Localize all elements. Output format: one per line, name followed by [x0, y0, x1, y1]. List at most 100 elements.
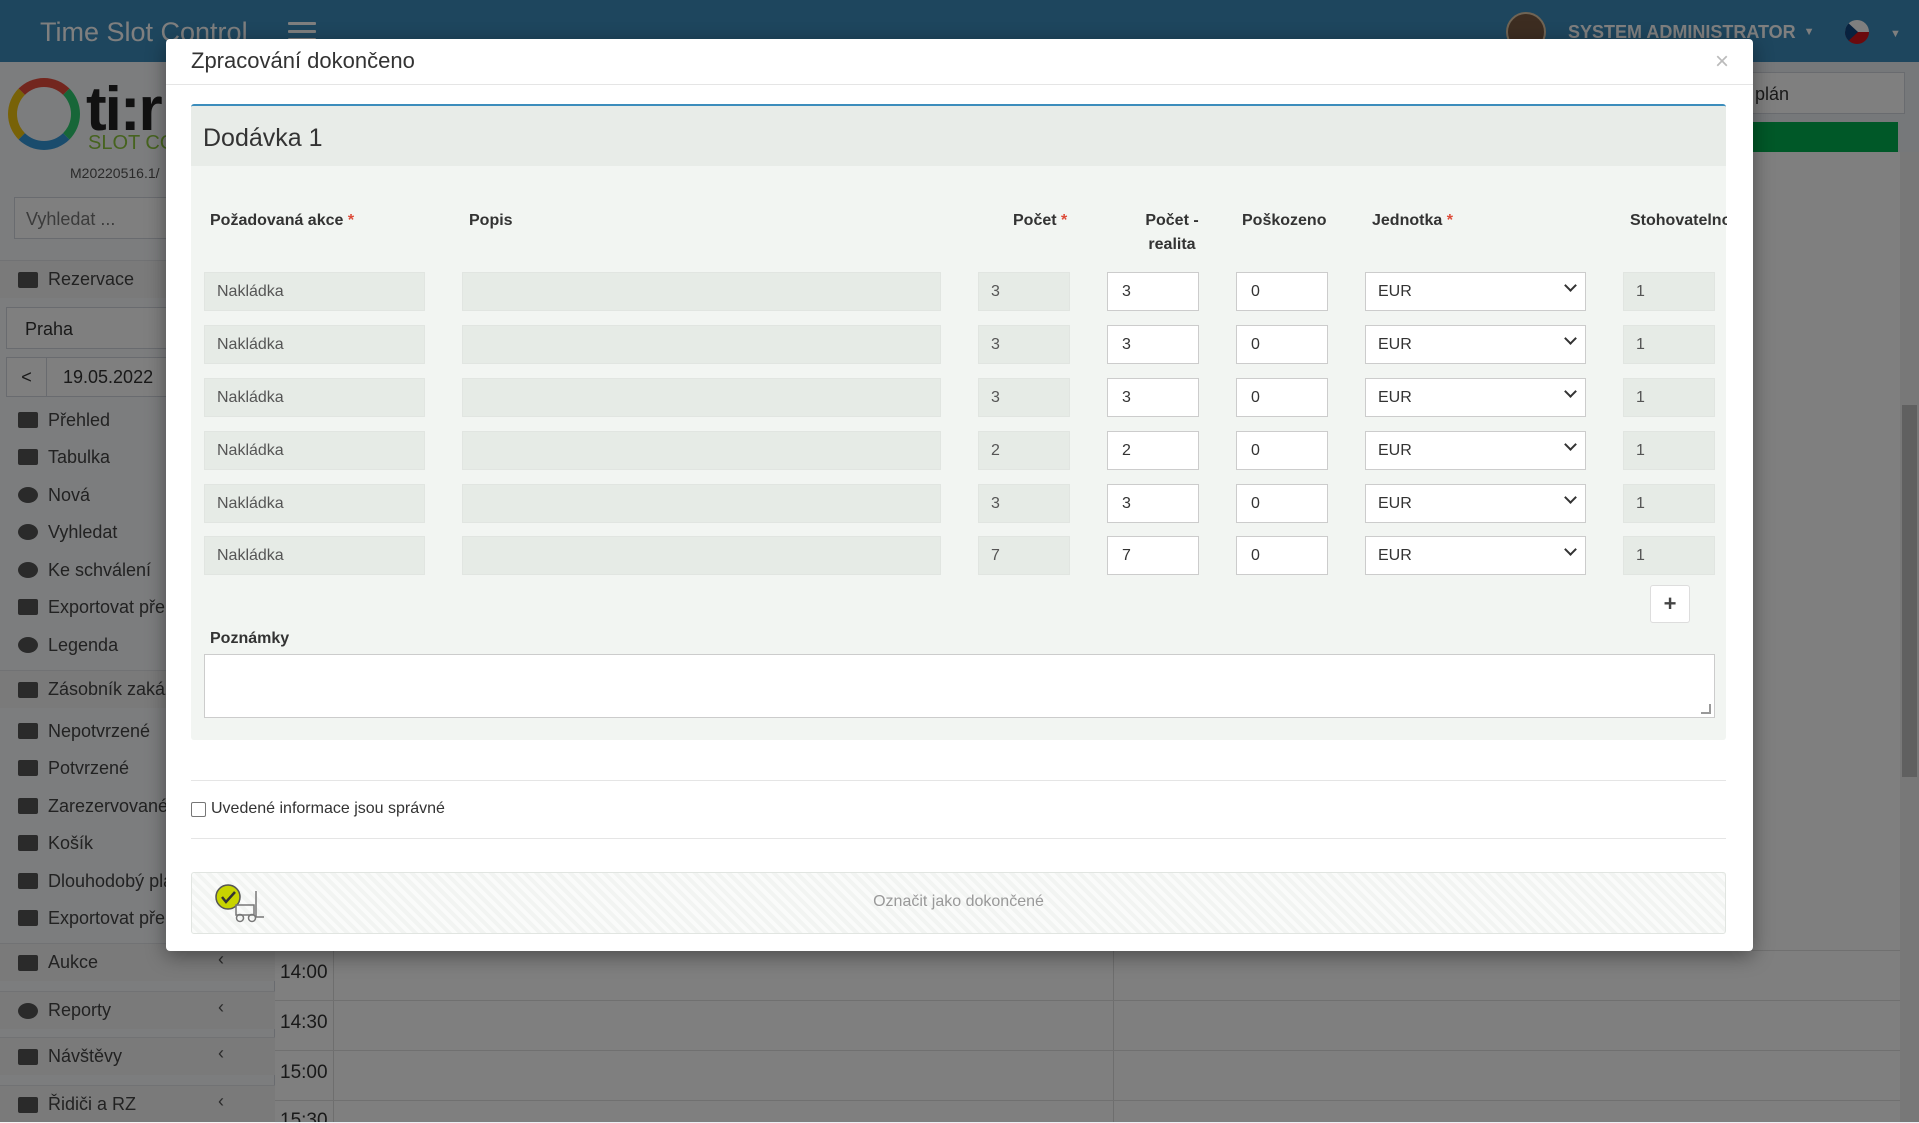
description-field — [462, 484, 941, 523]
delivery-box: Dodávka 1 — [191, 104, 1726, 740]
description-field — [462, 325, 941, 364]
column-header-action: Požadovaná akce * — [210, 209, 354, 233]
action-field: Nakládka — [204, 378, 425, 417]
column-header-stackable: Stohovatelno — [1630, 212, 1727, 229]
column-header-unit: Jednotka * — [1372, 209, 1453, 233]
action-field-value: Nakládka — [217, 442, 284, 459]
column-header-label: Požadovaná akce — [210, 212, 344, 229]
unit-select[interactable]: EUR — [1365, 431, 1586, 470]
count-real-input[interactable]: 2 — [1107, 431, 1199, 470]
delivery-title: Dodávka 1 — [203, 124, 323, 152]
chevron-down-icon — [1564, 543, 1577, 556]
column-header-label: realita — [1148, 236, 1196, 253]
action-field: Nakládka — [204, 431, 425, 470]
required-mark: * — [347, 212, 355, 229]
required-mark: * — [1446, 212, 1453, 229]
column-header-damaged: Poškozeno — [1242, 212, 1327, 229]
count-field-value: 7 — [991, 547, 1000, 564]
count-real-input[interactable]: 3 — [1107, 378, 1199, 417]
count-real-input[interactable]: 3 — [1107, 484, 1199, 523]
column-header-label: Počet — [1013, 212, 1057, 229]
damaged-input[interactable]: 0 — [1236, 272, 1328, 311]
unit-select[interactable]: EUR — [1365, 536, 1586, 575]
column-header-label: Jednotka — [1372, 212, 1443, 229]
damaged-input-value: 0 — [1251, 389, 1260, 406]
damaged-input[interactable]: 0 — [1236, 484, 1328, 523]
damaged-input-value: 0 — [1251, 283, 1260, 300]
unit-select-value: EUR — [1378, 283, 1412, 300]
count-real-input-value: 3 — [1122, 336, 1131, 353]
required-mark: * — [1061, 212, 1068, 229]
count-field-value: 3 — [991, 389, 1000, 406]
unit-select-value: EUR — [1378, 336, 1412, 353]
count-real-input-value: 7 — [1122, 547, 1131, 564]
count-real-input[interactable]: 3 — [1107, 325, 1199, 364]
unit-select[interactable]: EUR — [1365, 378, 1586, 417]
count-field: 3 — [978, 325, 1070, 364]
unit-select-value: EUR — [1378, 389, 1412, 406]
description-field — [462, 431, 941, 470]
damaged-input-value: 0 — [1251, 495, 1260, 512]
notes-label: Poznámky — [210, 630, 290, 647]
column-header-count: Počet * — [1013, 209, 1067, 233]
action-field: Nakládka — [204, 484, 425, 523]
damaged-input-value: 0 — [1251, 336, 1260, 353]
confirm-label[interactable]: Uvedené informace jsou správné — [211, 800, 445, 818]
count-real-input-value: 2 — [1122, 442, 1131, 459]
column-header-label: Počet - — [1145, 212, 1199, 229]
action-field-value: Nakládka — [217, 547, 284, 564]
action-field: Nakládka — [204, 536, 425, 575]
close-icon[interactable]: × — [1715, 48, 1729, 76]
unit-select[interactable]: EUR — [1365, 484, 1586, 523]
damaged-input[interactable]: 0 — [1236, 325, 1328, 364]
action-field: Nakládka — [204, 325, 425, 364]
stackable-field: 1 — [1623, 431, 1715, 470]
count-field-value: 3 — [991, 283, 1000, 300]
chevron-down-icon — [1564, 279, 1577, 292]
action-field-value: Nakládka — [217, 283, 284, 300]
chevron-down-icon — [1564, 332, 1577, 345]
damaged-input[interactable]: 0 — [1236, 536, 1328, 575]
notes-textarea[interactable] — [204, 654, 1715, 718]
delivery-box-header: Dodávka 1 — [191, 106, 1726, 166]
modal-title: Zpracování dokončeno — [191, 48, 415, 73]
action-field: Nakládka — [204, 272, 425, 311]
unit-select[interactable]: EUR — [1365, 272, 1586, 311]
add-row-button[interactable]: + — [1650, 585, 1690, 623]
column-header-count-real: Počet - realita — [1126, 209, 1218, 257]
unit-select-value: EUR — [1378, 442, 1412, 459]
unit-select-value: EUR — [1378, 495, 1412, 512]
count-field: 7 — [978, 536, 1070, 575]
stackable-field-value: 1 — [1636, 389, 1645, 406]
confirm-checkbox-row[interactable]: Uvedené informace jsou správné — [191, 800, 445, 818]
count-field: 3 — [978, 272, 1070, 311]
count-field: 2 — [978, 431, 1070, 470]
description-field — [462, 536, 941, 575]
chevron-down-icon — [1564, 385, 1577, 398]
resize-grip-icon[interactable] — [1701, 704, 1711, 714]
mark-complete-button[interactable]: Označit jako dokončené — [191, 872, 1726, 934]
damaged-input[interactable]: 0 — [1236, 378, 1328, 417]
stackable-field: 1 — [1623, 484, 1715, 523]
action-field-value: Nakládka — [217, 336, 284, 353]
count-field-value: 3 — [991, 336, 1000, 353]
count-field-value: 2 — [991, 442, 1000, 459]
confirm-checkbox[interactable] — [191, 801, 206, 817]
damaged-input-value: 0 — [1251, 442, 1260, 459]
damaged-input[interactable]: 0 — [1236, 431, 1328, 470]
chevron-down-icon — [1564, 438, 1577, 451]
modal-header: Zpracování dokončeno × — [166, 39, 1753, 85]
count-real-input[interactable]: 3 — [1107, 272, 1199, 311]
mark-complete-label[interactable]: Označit jako dokončené — [192, 893, 1725, 911]
stackable-field-value: 1 — [1636, 442, 1645, 459]
unit-select-value: EUR — [1378, 547, 1412, 564]
count-real-input-value: 3 — [1122, 389, 1131, 406]
count-field: 3 — [978, 484, 1070, 523]
action-field-value: Nakládka — [217, 495, 284, 512]
description-field — [462, 378, 941, 417]
divider — [191, 780, 1726, 781]
unit-select[interactable]: EUR — [1365, 325, 1586, 364]
stackable-field-value: 1 — [1636, 283, 1645, 300]
count-real-input[interactable]: 7 — [1107, 536, 1199, 575]
stackable-field-value: 1 — [1636, 495, 1645, 512]
